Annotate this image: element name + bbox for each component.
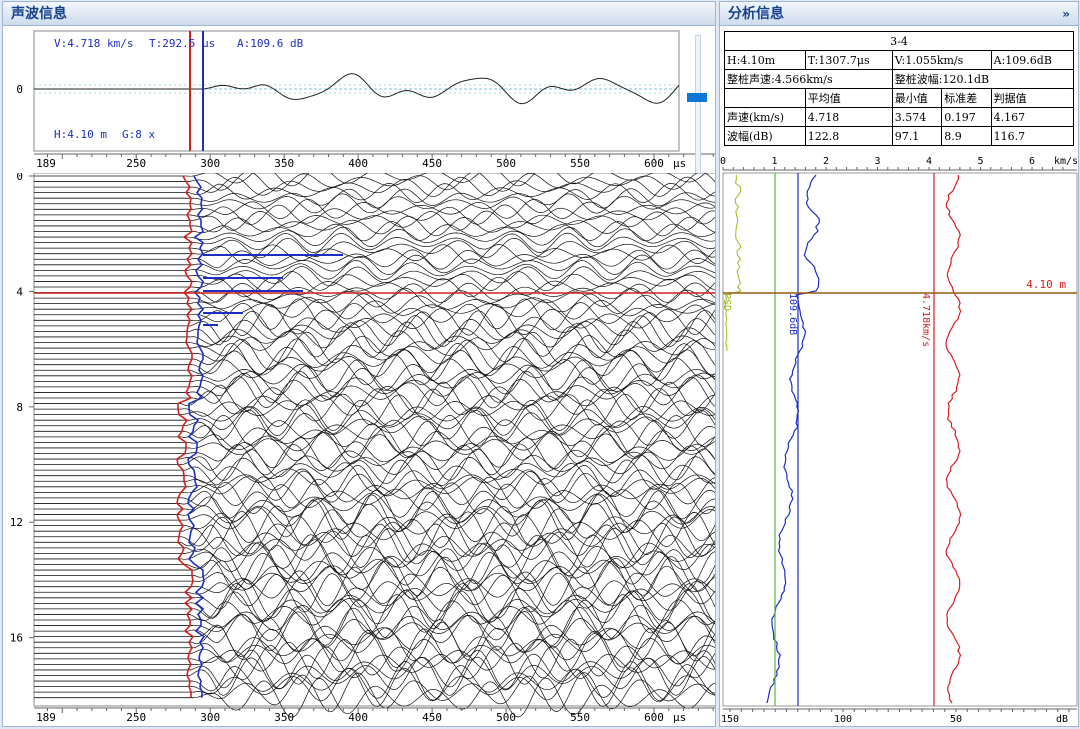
time-tick-label: 450 — [422, 157, 442, 170]
table-row: 整桩声速:4.566km/s 整桩波幅:120.1dB — [724, 69, 1075, 89]
time-tick-label: 350 — [274, 711, 294, 724]
section-cell: 3-4 — [724, 31, 1074, 51]
velocity-tick-label: 1 — [771, 156, 777, 167]
depth-tick-label: 16 — [10, 632, 23, 645]
time-tick-label: 550 — [570, 711, 590, 724]
height-readout: H:4.10 m — [54, 128, 107, 141]
stat-cell: 4.718 — [804, 107, 893, 127]
pile-amplitude-cell: 整桩波幅:120.1dB — [891, 69, 1075, 89]
velocity-unit-label: km/s — [1054, 156, 1078, 167]
velocity-tick-label: 6 — [1029, 156, 1035, 167]
time-tick-label: 600 — [644, 157, 664, 170]
table-row: 波幅(dB) 122.8 97.1 8.9 116.7 — [724, 126, 1075, 146]
stat-cell: 116.7 — [990, 126, 1075, 146]
gain-readout: G:8 x — [122, 128, 155, 141]
multi-trace-view[interactable]: 0 4 8 12 16 189 250 300 350 400 450 500 550 600 μs — [3, 166, 715, 726]
velocity-tick-label: 0 — [720, 156, 726, 167]
time-tick-label: 189 — [36, 157, 56, 170]
db-tick-label: 100 — [834, 714, 852, 725]
stat-cell: 4.167 — [990, 107, 1075, 127]
depth-axis: 0 4 8 12 16 — [10, 170, 34, 645]
header-cell: 最小值 — [891, 88, 943, 108]
time-tick-label: 500 — [496, 711, 516, 724]
waveform-svg: 0 V:4.718 km/s T:292.5 μs A:109.6 dB H:4… — [16, 30, 715, 170]
top-time-axis: 189 250 300 350 400 450 500 550 600 μs — [34, 153, 715, 170]
double-chevron-right-icon[interactable]: » — [1062, 2, 1070, 26]
velocity-tick-label: 5 — [977, 156, 983, 167]
time-tick-label: 350 — [274, 157, 294, 170]
db-tick-label: 50 — [950, 714, 962, 725]
db-unit-label: dB — [1056, 714, 1068, 725]
table-row: 3-4 — [724, 31, 1074, 51]
analysis-info-title: 分析信息 » — [720, 2, 1078, 26]
time-tick-label: 550 — [570, 157, 590, 170]
time-tick-label: 300 — [200, 157, 220, 170]
t-cell: T:1307.7μs — [804, 50, 893, 70]
multi-trace-svg: 0 4 8 12 16 189 250 300 350 400 450 500 550 600 μs — [10, 166, 715, 724]
time-tick-label: 450 — [422, 711, 442, 724]
stat-cell: 8.9 — [941, 126, 992, 146]
acoustic-info-title: 声波信息 — [3, 2, 715, 26]
header-cell — [724, 88, 806, 108]
bottom-time-axis: 189 250 300 350 400 450 500 550 600 μs — [34, 707, 715, 724]
stat-cell: 0.197 — [941, 107, 992, 127]
stat-cell: 97.1 — [891, 126, 943, 146]
amplitude-readout: A:109.6 dB — [237, 37, 304, 50]
time-unit-label: μs — [673, 157, 686, 170]
row-label: 波幅(dB) — [724, 126, 806, 146]
depth-tick-label: 12 — [10, 516, 23, 529]
profile-frame — [722, 172, 1078, 707]
depth-tick-label: 8 — [16, 401, 23, 414]
velocity-tick-label: 2 — [823, 156, 829, 167]
zero-label: 0 — [16, 83, 23, 96]
time-readout: T:292.5 μs — [149, 37, 215, 50]
header-cell: 平均值 — [804, 88, 893, 108]
acoustic-info-panel: 声波信息 0 V:4.718 km/s T:292.5 μs A:109.6 d… — [2, 1, 716, 727]
table-row: 平均值 最小值 标准差 判据值 — [724, 88, 1075, 108]
single-waveform-view[interactable]: 0 V:4.718 km/s T:292.5 μs A:109.6 dB H:4… — [3, 27, 715, 175]
velocity-tick-label: 3 — [874, 156, 880, 167]
depth-marker-label: 4.10 m — [1026, 278, 1066, 291]
time-tick-label: 400 — [348, 711, 368, 724]
velocity-tick-label: 4 — [926, 156, 932, 167]
psd-label: PSD — [721, 293, 732, 311]
stats-table: 3-4 H:4.10m T:1307.7μs V:1.055km/s A:109… — [724, 31, 1075, 146]
profile-plot[interactable]: 0 1 2 3 4 5 6 km/s 4.10 m 109.6dB 4.718km/s PSD… — [720, 153, 1078, 726]
time-tick-label: 250 — [126, 157, 146, 170]
row-label: 声速(km/s) — [724, 107, 806, 127]
panel-title: 分析信息 — [728, 6, 784, 22]
table-row: H:4.10m T:1307.7μs V:1.055km/s A:109.6dB — [724, 50, 1075, 70]
db-axis: 150 100 50 dB — [721, 708, 1077, 725]
v-cell: V:1.055km/s — [891, 50, 992, 70]
header-cell: 判据值 — [990, 88, 1075, 108]
vel-line-label: 4.718km/s — [920, 293, 931, 347]
time-unit-label: μs — [673, 711, 686, 724]
a-cell: A:109.6dB — [990, 50, 1075, 70]
depth-tick-label: 0 — [16, 173, 23, 183]
table-row: 声速(km/s) 4.718 3.574 0.197 4.167 — [724, 107, 1075, 127]
time-tick-label: 250 — [126, 711, 146, 724]
db-tick-label: 150 — [721, 714, 739, 725]
time-tick-label: 300 — [200, 711, 220, 724]
profile-svg: 0 1 2 3 4 5 6 km/s 4.10 m 109.6dB 4.718km/s PSD… — [720, 156, 1078, 725]
analysis-info-panel: 分析信息 » 3-4 H:4.10m T:1307.7μs V:1.055km/… — [719, 1, 1079, 727]
time-tick-label: 600 — [644, 711, 664, 724]
gain-slider-thumb[interactable] — [687, 93, 707, 102]
amp-line-label: 109.6dB — [787, 293, 798, 335]
stats-area: 3-4 H:4.10m T:1307.7μs V:1.055km/s A:109… — [720, 27, 1078, 153]
pile-velocity-cell: 整桩声速:4.566km/s — [724, 69, 893, 89]
depth-tick-label: 4 — [16, 285, 23, 298]
velocity-axis: 0 1 2 3 4 5 6 km/s — [720, 156, 1078, 171]
panel-title: 声波信息 — [11, 6, 67, 22]
header-cell: 标准差 — [941, 88, 992, 108]
stat-cell: 3.574 — [891, 107, 943, 127]
time-tick-label: 500 — [496, 157, 516, 170]
velocity-readout: V:4.718 km/s — [54, 37, 133, 50]
gain-slider[interactable] — [695, 35, 701, 175]
time-tick-label: 400 — [348, 157, 368, 170]
h-cell: H:4.10m — [724, 50, 806, 70]
time-tick-label: 189 — [36, 711, 56, 724]
stat-cell: 122.8 — [804, 126, 893, 146]
